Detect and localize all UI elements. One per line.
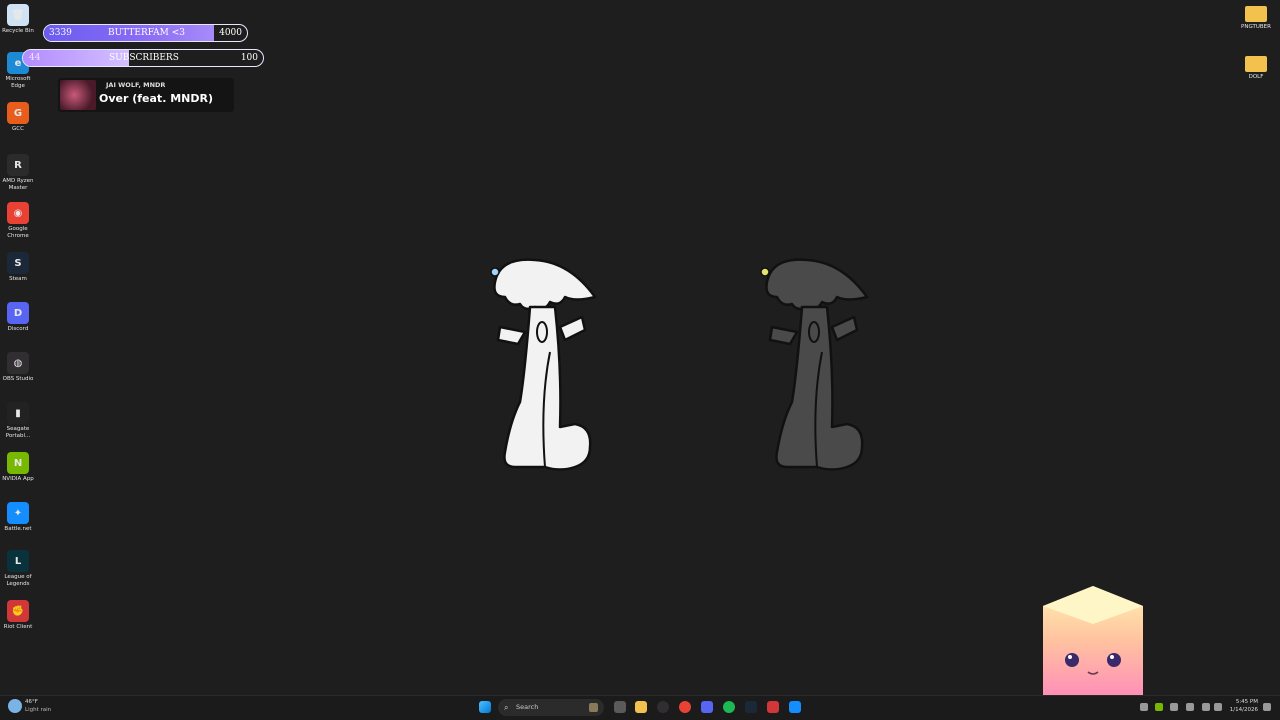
search-icon: ⌕ [504,703,509,712]
chrome-icon: ◉ [7,202,29,224]
now-playing-title: Over (feat. MNDR) [99,92,213,105]
riot-icon: ✊ [7,600,29,622]
desktop-icon[interactable]: S Steam [0,252,36,283]
steam-icon: S [7,252,29,274]
clock-time[interactable]: 5:45 PM [1228,699,1258,705]
nvidia-icon: N [7,452,29,474]
desktop-icon-label: Recycle Bin [2,28,34,34]
weather-icon[interactable] [8,699,22,713]
desktop-icon-label: OBS Studio [2,376,34,382]
tray-overflow-icon[interactable] [1140,703,1148,711]
sub-goal-bar: 44 SUBSCRIBERS 100 [22,49,264,67]
desktop-icon-pngtuber[interactable]: PNGTUBER [1232,6,1280,31]
desktop-icon-label: GCC [12,126,24,132]
follower-goal-current: 3339 [49,28,72,38]
desktop-icon[interactable]: L League of Legends [0,550,36,588]
desktop-icon-label: NVIDIA App [2,476,34,482]
spotify-icon[interactable] [723,701,735,713]
desktop-icon-label: Battle.net [4,526,32,532]
battlenet-icon[interactable] [789,701,801,713]
desktop-icon[interactable]: G GCC [0,102,36,133]
album-art-icon [60,80,96,110]
search-box[interactable]: ⌕ Search [498,699,604,716]
desktop-icon[interactable]: ◉ Google Chrome [0,202,36,240]
obs-icon: ◍ [7,352,29,374]
network-icon[interactable] [1202,703,1210,711]
notification-icon[interactable] [1263,703,1271,711]
search-placeholder: Search [516,703,539,711]
desktop-icon-label: Riot Client [3,624,33,630]
seagate-icon: ▮ [7,402,29,424]
follower-goal-label: BUTTERFAM <3 [108,28,186,38]
weather-desc: Light rain [25,707,52,713]
recycle-bin-icon: 🗑 [7,4,29,26]
task-view-icon[interactable] [614,701,626,713]
desktop-icon-label: League of Legends [4,574,32,587]
tray-app-icon[interactable] [1170,703,1178,711]
desktop-icon-label: AMD Ryzen Master [2,178,34,191]
desktop-icon[interactable]: ✊ Riot Client [0,600,36,631]
discord-icon[interactable] [701,701,713,713]
now-playing-artist: JAI WOLF, MNDR [106,81,166,89]
valorant-icon[interactable] [767,701,779,713]
desktop-icon-label: Google Chrome [7,226,29,239]
follower-goal-bar: 3339 BUTTERFAM <3 4000 [43,24,248,42]
file-explorer-icon[interactable] [635,701,647,713]
pngtuber-character-dark [760,258,869,471]
steam-icon[interactable] [745,701,757,713]
discord-icon: D [7,302,29,324]
sub-goal-target: 100 [240,53,258,63]
desktop-icon[interactable]: 🗑 Recycle Bin [0,4,36,35]
desktop-icon[interactable]: ◍ OBS Studio [0,352,36,383]
pngtuber-character-light [490,258,597,471]
desktop-icon-label: Discord [7,326,29,332]
desktop-icon[interactable]: N NVIDIA App [0,452,36,483]
desktop-icon-label: PNGTUBER [1241,24,1271,30]
taskbar: 46°F Light rain ⌕ Search 5:45 PM 1/14/20… [0,695,1280,720]
tray-nvidia-icon[interactable] [1155,703,1163,711]
desktop-icon-dolf[interactable]: DOLF [1232,56,1280,81]
obs-icon[interactable] [657,701,669,713]
follower-goal-target: 4000 [219,28,242,38]
folder-icon [1245,6,1267,22]
now-playing-widget: JAI WOLF, MNDR Over (feat. MNDR) [58,78,234,112]
start-icon[interactable] [479,701,491,713]
league-icon: L [7,550,29,572]
desktop-icon-label: Microsoft Edge [5,76,31,89]
desktop-icon[interactable]: ✦ Battle.net [0,502,36,533]
battlenet-icon: ✦ [7,502,29,524]
sub-goal-current: 44 [29,53,41,63]
amd-ryzen-icon: R [7,154,29,176]
sub-goal-label: SUBSCRIBERS [109,53,179,63]
tray-mic-icon[interactable] [1186,703,1194,711]
desktop-icon-label: DOLF [1248,74,1264,80]
desktop-icon[interactable]: ▮ Seagate Portabl... [0,402,36,440]
chrome-icon[interactable] [679,701,691,713]
desktop-icon-label: Seagate Portabl... [5,426,31,439]
butter-mascot [1043,586,1143,696]
clock-date[interactable]: 1/14/2026 [1226,707,1258,713]
desktop-icon[interactable]: R AMD Ryzen Master [0,154,36,192]
desktop-icon-label: Steam [9,276,27,282]
search-highlight-icon [589,703,598,712]
folder-icon [1245,56,1267,72]
volume-icon[interactable] [1214,703,1222,711]
weather-temp: 46°F [25,699,38,705]
desktop-icon[interactable]: D Discord [0,302,36,333]
gcc-icon: G [7,102,29,124]
